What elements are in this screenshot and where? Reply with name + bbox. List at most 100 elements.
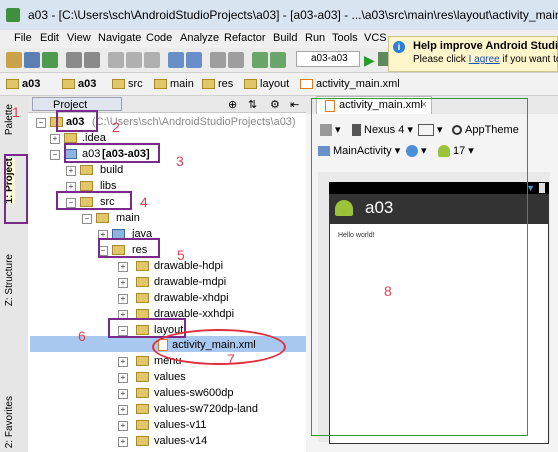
find-icon[interactable] — [168, 52, 184, 68]
breadcrumb-item[interactable]: activity_main.xml — [298, 76, 404, 92]
notification-text: Please click I agree if you want to — [413, 54, 558, 65]
folder-icon — [96, 213, 109, 223]
favorites-tab[interactable]: 2: Favorites — [4, 396, 15, 448]
annotation-number: 7 — [227, 351, 235, 367]
tree-node-label: main — [116, 212, 140, 224]
breadcrumb-label: a03 — [22, 78, 41, 90]
notification-title: Help improve Android Studio — [413, 40, 558, 52]
project-view-selector[interactable]: Project — [32, 97, 122, 111]
make-project-icon[interactable] — [252, 52, 268, 68]
folder-icon — [244, 79, 257, 89]
folder-icon — [112, 79, 125, 89]
expand-icon[interactable]: + — [118, 421, 128, 431]
redo-icon[interactable] — [84, 52, 100, 68]
copy-icon[interactable] — [126, 52, 142, 68]
folder-icon — [62, 79, 75, 89]
breadcrumb-item[interactable]: a03 — [4, 76, 44, 92]
hide-panel-icon[interactable]: ⇤ — [290, 98, 299, 111]
collapse-all-icon[interactable]: ⇅ — [248, 98, 257, 111]
annotation-box-module — [64, 143, 160, 163]
annotation-box-root — [56, 110, 98, 132]
menu-code[interactable]: Code — [146, 32, 172, 44]
folder-icon — [136, 420, 149, 430]
info-icon: i — [393, 41, 405, 53]
android-icon[interactable] — [270, 52, 286, 68]
tree-node-label: values-sw720dp-land — [154, 403, 258, 415]
menu-view[interactable]: View — [67, 32, 91, 44]
folder-icon — [136, 277, 149, 287]
undo-icon[interactable] — [66, 52, 82, 68]
tool-window-strip: Palette 1: Project Z: Structure 2: Favor… — [0, 96, 29, 452]
agree-link[interactable]: I agree — [469, 54, 500, 65]
folder-icon — [136, 404, 149, 414]
annotation-number: 1 — [12, 104, 20, 120]
menu-tools[interactable]: Tools — [332, 32, 358, 44]
expand-icon[interactable]: + — [118, 262, 128, 272]
tree-node-label: values-v11 — [154, 419, 207, 431]
collapse-icon[interactable]: − — [50, 150, 60, 160]
breadcrumb-label: layout — [260, 78, 290, 90]
menu-navigate[interactable]: Navigate — [98, 32, 141, 44]
back-icon[interactable] — [210, 52, 226, 68]
annotation-box-src — [56, 191, 132, 210]
collapse-icon[interactable]: − — [36, 118, 46, 128]
sync-icon[interactable] — [42, 52, 58, 68]
folder-icon — [154, 79, 167, 89]
expand-icon[interactable]: + — [118, 294, 128, 304]
menu-edit[interactable]: Edit — [40, 32, 59, 44]
menu-vcs[interactable]: VCS — [364, 32, 387, 44]
tree-node-label: drawable-hdpi — [154, 260, 224, 272]
breadcrumb-label: a03 — [78, 78, 97, 90]
folder-icon — [64, 133, 77, 143]
notification-suffix: if you want to — [499, 54, 558, 65]
notification-balloon[interactable]: i Help improve Android Studio Please cli… — [388, 36, 558, 72]
annotation-number: 8 — [384, 283, 392, 299]
breadcrumb: a03 a03 src main res layout activity_mai… — [0, 73, 558, 96]
run-config-select[interactable]: a03-a03 — [296, 51, 360, 67]
folder-icon — [80, 165, 93, 175]
breadcrumb-item[interactable]: src — [110, 76, 147, 92]
forward-icon[interactable] — [228, 52, 244, 68]
menu-build[interactable]: Build — [273, 32, 297, 44]
gear-icon[interactable]: ⚙ — [270, 98, 280, 111]
expand-icon[interactable]: + — [50, 134, 60, 144]
annotation-box-preview — [311, 98, 528, 436]
folder-icon — [136, 261, 149, 271]
expand-icon[interactable]: + — [118, 389, 128, 399]
expand-icon[interactable]: + — [118, 437, 128, 447]
debug-icon[interactable] — [378, 52, 388, 66]
folder-icon — [136, 388, 149, 398]
replace-icon[interactable] — [186, 52, 202, 68]
breadcrumb-item[interactable]: layout — [242, 76, 293, 92]
menu-analyze[interactable]: Analyze — [180, 32, 219, 44]
expand-icon[interactable]: + — [118, 405, 128, 415]
folder-icon — [136, 436, 149, 446]
expand-icon[interactable]: + — [118, 373, 128, 383]
folder-icon — [202, 79, 215, 89]
expand-icon[interactable]: + — [118, 357, 128, 367]
breadcrumb-item[interactable]: res — [200, 76, 237, 92]
collapse-icon[interactable]: − — [82, 214, 92, 224]
battery-icon — [539, 183, 545, 193]
menu-refactor[interactable]: Refactor — [224, 32, 266, 44]
target-icon[interactable]: ⊕ — [228, 98, 237, 111]
annotation-number: 6 — [78, 328, 86, 344]
paste-icon[interactable] — [144, 52, 160, 68]
menu-file[interactable]: File — [14, 32, 32, 44]
expand-icon[interactable]: + — [66, 166, 76, 176]
run-icon[interactable]: ▶ — [364, 52, 375, 69]
annotation-number: 3 — [176, 153, 184, 169]
open-folder-icon[interactable] — [6, 52, 22, 68]
expand-icon[interactable]: + — [118, 278, 128, 288]
breadcrumb-item[interactable]: main — [152, 76, 198, 92]
save-icon[interactable] — [24, 52, 40, 68]
annotation-number: 4 — [140, 194, 148, 210]
annotation-box-project-tab — [4, 154, 28, 224]
breadcrumb-label: res — [218, 78, 234, 90]
breadcrumb-item[interactable]: a03 — [60, 76, 100, 92]
structure-tab[interactable]: Z: Structure — [4, 254, 15, 306]
cut-icon[interactable] — [108, 52, 124, 68]
folder-icon — [6, 79, 19, 89]
xml-file-icon — [300, 79, 313, 89]
menu-run[interactable]: Run — [305, 32, 325, 44]
